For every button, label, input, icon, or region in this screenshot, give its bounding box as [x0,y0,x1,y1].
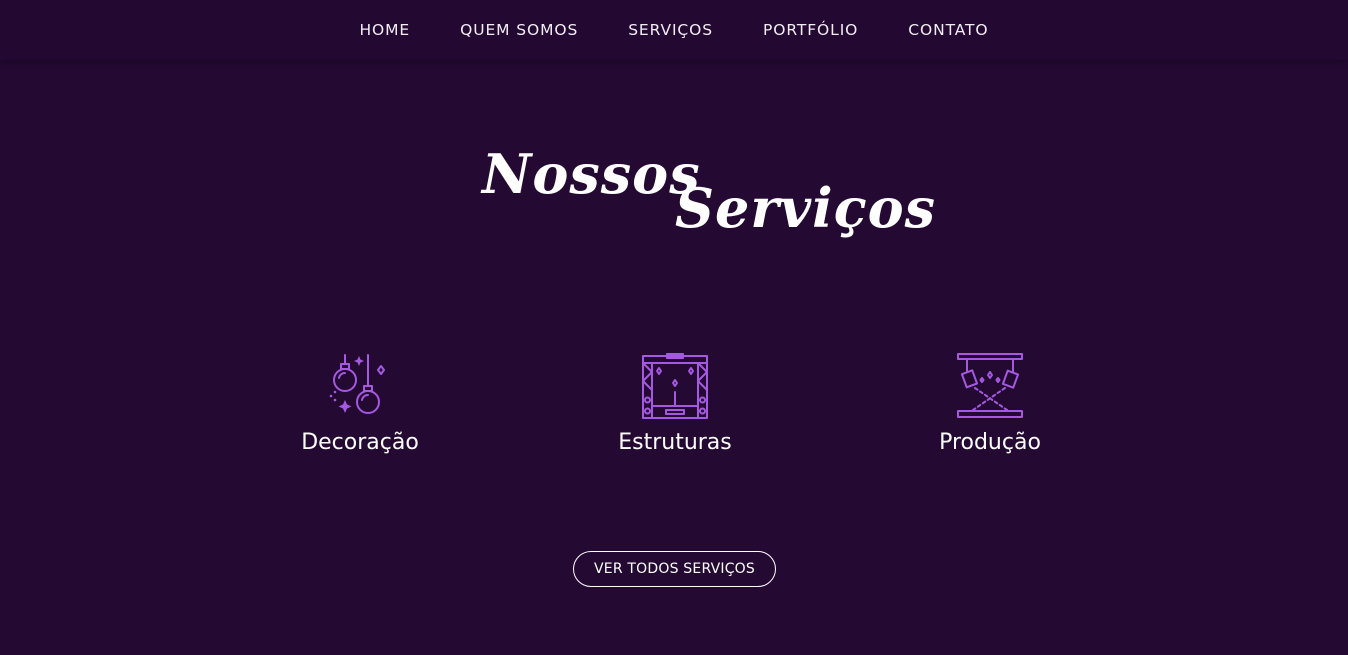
nav-contato[interactable]: CONTATO [908,21,988,39]
section-title-line1: Nossos [482,142,701,206]
service-label: Estruturas [618,430,732,455]
nav-servicos[interactable]: SERVIÇOS [628,21,713,39]
nav-quem-somos[interactable]: QUEM SOMOS [460,21,578,39]
view-all-services-button[interactable]: VER TODOS SERVIÇOS [573,551,776,587]
section-title-line2: Serviços [675,176,936,240]
top-navbar: HOME QUEM SOMOS SERVIÇOS PORTFÓLIO CONTA… [0,0,1348,60]
service-label: Produção [939,430,1041,455]
stage-truss-icon [640,352,710,420]
service-label: Decoração [301,430,419,455]
service-estruturas[interactable]: Estruturas [545,352,805,455]
stage-lights-icon [955,352,1025,420]
service-producao[interactable]: Produção [860,352,1120,455]
service-decoracao[interactable]: Decoração [230,352,490,455]
hanging-ornaments-icon [325,352,395,420]
nav-home[interactable]: HOME [359,21,410,39]
nav-portfolio[interactable]: PORTFÓLIO [763,21,858,39]
